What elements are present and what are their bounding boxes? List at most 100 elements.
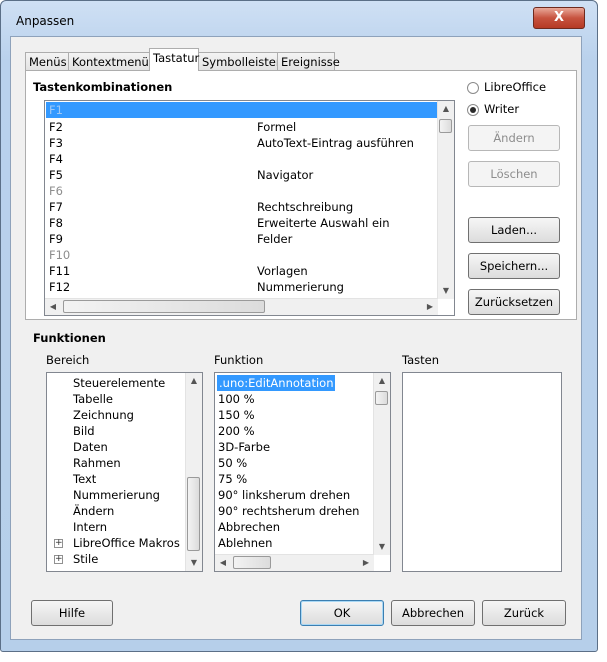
abbrechen-button[interactable]: Abbrechen (391, 600, 475, 626)
tab-menues[interactable]: Menüs (25, 52, 69, 70)
tab-kontextmenues[interactable]: Kontextmenüs (68, 52, 155, 70)
aendern-button[interactable]: Ändern (468, 125, 560, 151)
list-item[interactable]: Intern (73, 519, 107, 535)
scroll-up-icon[interactable]: ▲ (374, 373, 390, 389)
scroll-thumb[interactable] (187, 477, 200, 551)
shortcut-key: F6 (49, 184, 63, 198)
shortcut-row[interactable]: F2 Formel (49, 119, 429, 135)
shortcut-command: Rechtschreibung (257, 200, 354, 214)
shortcut-vscrollbar[interactable]: ▲ ▼ (437, 101, 454, 299)
scroll-up-icon[interactable]: ▲ (438, 101, 454, 117)
scroll-thumb[interactable] (439, 119, 452, 133)
shortcut-list[interactable]: F1 F2 Formel F3 AutoText-Eintrag ausführen… (44, 100, 455, 316)
expand-icon[interactable]: + (54, 555, 63, 564)
zurueck-button[interactable]: Zurück (482, 600, 566, 626)
tasten-label: Tasten (402, 353, 440, 367)
shortcut-key: F4 (49, 152, 63, 166)
shortcut-command: Nummerierung (257, 280, 344, 294)
radio-libreoffice-label: LibreOffice (484, 80, 547, 94)
list-item-selected[interactable]: .uno:EditAnnotation (217, 375, 336, 391)
list-item[interactable]: Ablehnen (218, 535, 272, 551)
laden-button[interactable]: Laden... (468, 217, 560, 243)
expand-icon[interactable]: + (54, 539, 63, 548)
tasten-list[interactable] (402, 372, 562, 572)
list-item[interactable]: Rahmen (73, 455, 121, 471)
bereich-list[interactable]: Steuerelemente Tabelle Zeichnung Bild Da… (46, 372, 203, 572)
tab-symbolleisten[interactable]: Symbolleisten (198, 52, 283, 70)
scroll-down-icon[interactable]: ▼ (374, 539, 390, 555)
radio-writer-label: Writer (484, 102, 520, 116)
loeschen-button[interactable]: Löschen (468, 161, 560, 187)
list-item[interactable]: Steuerelemente (73, 375, 165, 391)
list-item[interactable]: 90° linksherum drehen (218, 487, 350, 503)
tab-ereignisse[interactable]: Ereignisse (277, 52, 340, 70)
scroll-left-icon[interactable]: ◀ (215, 555, 231, 571)
shortcut-key: F7 (49, 200, 63, 214)
list-item[interactable]: LibreOffice Makros (73, 535, 180, 551)
shortcut-key: F5 (49, 168, 63, 182)
list-item[interactable]: Nummerierung (73, 487, 160, 503)
shortcut-row[interactable]: F6 (49, 183, 429, 199)
close-button[interactable]: X (533, 7, 585, 29)
shortcut-row[interactable]: F4 (49, 151, 429, 167)
scroll-down-icon[interactable]: ▼ (438, 283, 454, 299)
list-item[interactable]: Text (73, 471, 96, 487)
list-item[interactable]: 75 % (218, 471, 247, 487)
speichern-button[interactable]: Speichern... (468, 253, 560, 279)
list-item[interactable]: Stile (73, 551, 98, 567)
funktion-hscrollbar[interactable]: ◀ ▶ (215, 554, 374, 571)
shortcut-key: F3 (49, 136, 63, 150)
tab-tastatur[interactable]: Tastatur (149, 48, 199, 71)
list-item[interactable]: Tabelle (73, 391, 113, 407)
scroll-left-icon[interactable]: ◀ (45, 299, 61, 315)
radio-writer[interactable] (467, 104, 479, 116)
list-item[interactable]: Zeichnung (73, 407, 134, 423)
scroll-right-icon[interactable]: ▶ (422, 299, 438, 315)
scroll-thumb[interactable] (375, 391, 388, 405)
list-item[interactable]: 50 % (218, 455, 247, 471)
scroll-right-icon[interactable]: ▶ (358, 555, 374, 571)
list-item[interactable]: 90° rechtsherum drehen (218, 503, 359, 519)
shortcut-command: Navigator (257, 168, 314, 182)
shortcuts-heading: Tastenkombinationen (33, 80, 173, 94)
shortcut-key: F2 (49, 120, 63, 134)
shortcut-row[interactable]: F10 (49, 247, 429, 263)
list-item[interactable]: 200 % (218, 423, 255, 439)
shortcut-row[interactable]: F11 Vorlagen (49, 263, 429, 279)
shortcut-row[interactable]: F12 Nummerierung (49, 279, 429, 295)
scroll-thumb[interactable] (63, 300, 265, 313)
list-item[interactable]: 150 % (218, 407, 255, 423)
shortcut-row[interactable]: F3 AutoText-Eintrag ausführen (49, 135, 429, 151)
zuruecksetzen-button[interactable]: Zurücksetzen (468, 289, 560, 315)
shortcut-key: F11 (49, 264, 71, 278)
shortcut-key: F9 (49, 232, 63, 246)
list-item[interactable]: 3D-Farbe (218, 439, 270, 455)
bereich-vscrollbar[interactable]: ▲ ▼ (185, 373, 202, 571)
list-item[interactable]: Abbrechen (218, 519, 280, 535)
list-item[interactable]: Bild (73, 423, 95, 439)
shortcut-row[interactable]: F7 Rechtschreibung (49, 199, 429, 215)
scroll-up-icon[interactable]: ▲ (186, 373, 202, 389)
shortcut-row[interactable]: F8 Erweiterte Auswahl ein (49, 215, 429, 231)
shortcut-row-selected[interactable]: F1 (46, 102, 437, 118)
functions-heading: Funktionen (33, 331, 106, 345)
scroll-thumb[interactable] (233, 556, 271, 569)
shortcut-hscrollbar[interactable]: ◀ ▶ (45, 298, 438, 315)
shortcut-command: Felder (257, 232, 293, 246)
radio-libreoffice[interactable] (467, 82, 479, 94)
shortcut-command: Formel (257, 120, 297, 134)
shortcut-command: Vorlagen (257, 264, 308, 278)
shortcut-row[interactable]: F5 Navigator (49, 167, 429, 183)
scroll-down-icon[interactable]: ▼ (186, 555, 202, 571)
shortcut-command: AutoText-Eintrag ausführen (257, 136, 414, 150)
list-item[interactable]: 100 % (218, 391, 255, 407)
list-item[interactable]: Daten (73, 439, 108, 455)
funktion-vscrollbar[interactable]: ▲ ▼ (373, 373, 390, 555)
ok-button[interactable]: OK (300, 600, 384, 626)
funktion-list[interactable]: .uno:EditAnnotation 100 % 150 % 200 % 3D… (214, 372, 391, 572)
hilfe-button[interactable]: Hilfe (31, 600, 113, 626)
list-item[interactable]: Ändern (73, 503, 114, 519)
shortcut-row[interactable]: F9 Felder (49, 231, 429, 247)
window-title: Anpassen (16, 14, 75, 28)
shortcut-key: F8 (49, 216, 63, 230)
